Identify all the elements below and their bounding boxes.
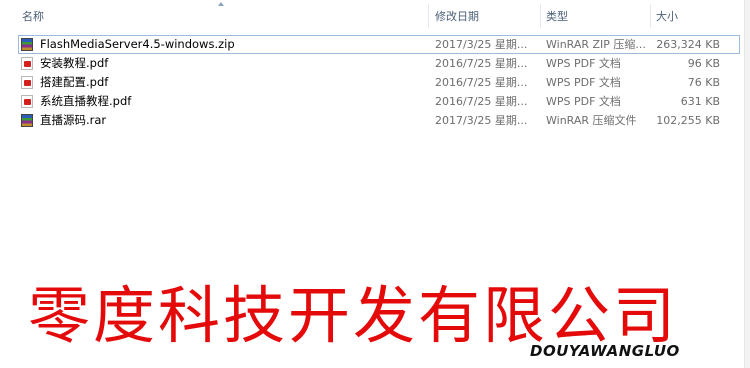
file-name: 搭建配置.pdf: [40, 75, 109, 89]
winrar-rar-icon: [21, 114, 33, 127]
sort-ascending-icon: [218, 2, 224, 6]
file-name: FlashMediaServer4.5-windows.zip: [40, 37, 235, 51]
file-type: WPS PDF 文档: [546, 95, 621, 108]
file-size: 263,324 KB: [656, 38, 720, 51]
file-size: 76 KB: [687, 76, 720, 89]
file-row[interactable]: FlashMediaServer4.5-windows.zip 2017/3/2…: [18, 35, 740, 54]
file-modified-date: 2016/7/25 星期...: [435, 57, 528, 70]
column-modified-header[interactable]: 修改日期: [435, 10, 479, 24]
pdf-icon: [21, 95, 33, 108]
file-size: 631 KB: [680, 95, 720, 108]
pdf-icon: [21, 57, 33, 70]
column-type-header[interactable]: 类型: [546, 10, 568, 24]
file-size: 102,255 KB: [656, 114, 720, 127]
column-name-header[interactable]: 名称: [22, 10, 44, 24]
file-modified-date: 2016/7/25 星期...: [435, 95, 528, 108]
file-modified-date: 2016/7/25 星期...: [435, 76, 528, 89]
pdf-icon: [21, 76, 33, 89]
column-divider[interactable]: [428, 4, 429, 28]
file-name: 直播源码.rar: [40, 113, 107, 127]
scrollbar[interactable]: [744, 0, 750, 368]
column-header: 名称 修改日期 类型 大小: [0, 0, 750, 30]
file-row[interactable]: 直播源码.rar 2017/3/25 星期... WinRAR 压缩文件 102…: [18, 111, 740, 130]
file-modified-date: 2017/3/25 星期...: [435, 114, 528, 127]
column-divider[interactable]: [540, 4, 541, 28]
file-type: WinRAR 压缩文件: [546, 114, 637, 127]
column-size-header[interactable]: 大小: [656, 10, 678, 24]
file-size: 96 KB: [687, 57, 720, 70]
file-row[interactable]: 搭建配置.pdf 2016/7/25 星期... WPS PDF 文档 76 K…: [18, 73, 740, 92]
brand-watermark: DOUYAWANGLUO: [530, 342, 680, 360]
file-type: WPS PDF 文档: [546, 76, 621, 89]
file-modified-date: 2017/3/25 星期...: [435, 38, 528, 51]
column-divider[interactable]: [650, 4, 651, 28]
file-row[interactable]: 安装教程.pdf 2016/7/25 星期... WPS PDF 文档 96 K…: [18, 54, 740, 73]
file-name: 安装教程.pdf: [40, 56, 109, 70]
file-name: 系统直播教程.pdf: [40, 94, 132, 108]
winrar-zip-icon: [21, 38, 33, 51]
file-type: WPS PDF 文档: [546, 57, 621, 70]
file-type: WinRAR ZIP 压缩...: [546, 38, 646, 51]
file-row[interactable]: 系统直播教程.pdf 2016/7/25 星期... WPS PDF 文档 63…: [18, 92, 740, 111]
company-name-overlay: 零度科技开发有限公司: [28, 279, 679, 352]
